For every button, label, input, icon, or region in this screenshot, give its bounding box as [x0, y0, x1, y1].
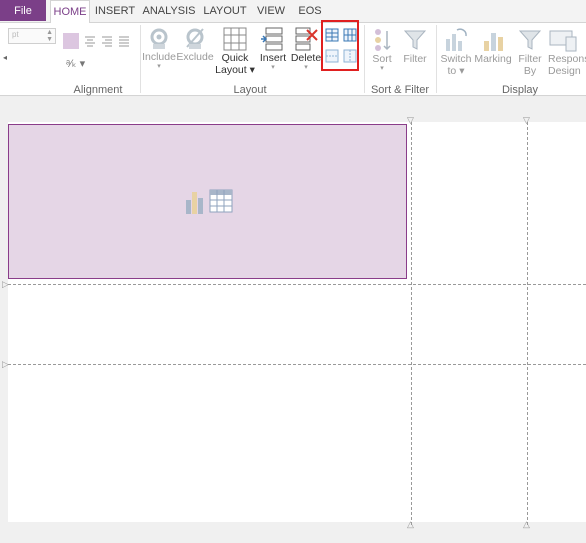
- filter-icon: [403, 30, 427, 50]
- align-justify-icon[interactable]: [117, 34, 131, 48]
- dropdown-arrow-icon: ▾: [380, 65, 384, 72]
- dropdown-arrow-icon: ▾: [304, 64, 308, 71]
- marking-button[interactable]: Marking: [474, 27, 512, 65]
- group-label-display: Display: [501, 84, 539, 96]
- marking-icon: [484, 33, 503, 51]
- group-label-alignment: Alignment: [73, 84, 123, 96]
- group-label-layout: Layout: [233, 84, 267, 96]
- quick-layout-icon: [223, 27, 247, 51]
- filter-by-button[interactable]: Filter By: [515, 27, 545, 77]
- filter-by-icon: [518, 30, 542, 50]
- tab-view[interactable]: VIEW: [256, 0, 286, 22]
- insert-rows-icon: [261, 27, 283, 51]
- highlight-box: [321, 20, 359, 71]
- empty-visualization-icon: [186, 189, 233, 214]
- align-center-icon[interactable]: [83, 34, 97, 48]
- sort-label: Sort: [372, 53, 392, 65]
- splitter-handle-icon[interactable]: ▽: [523, 116, 530, 125]
- group-separator: [364, 25, 365, 93]
- filter-by-label-2: By: [523, 65, 537, 77]
- sort-button[interactable]: Sort ▾: [368, 27, 396, 73]
- tab-insert[interactable]: INSERT: [94, 0, 136, 22]
- filter-by-label-1: Filter: [518, 53, 542, 65]
- exclude-label: Exclude: [176, 51, 214, 63]
- delete-button[interactable]: Delete ▾: [290, 26, 322, 72]
- quick-layout-button[interactable]: Quick Layout ▾: [215, 26, 255, 76]
- splitter-handle-icon[interactable]: △: [523, 520, 530, 529]
- dropdown-arrow-icon: ▾: [271, 64, 275, 71]
- include-button[interactable]: Include ▾: [142, 27, 176, 71]
- group-label-sort-filter: Sort & Filter: [370, 84, 430, 96]
- switch-to-button[interactable]: Switch to ▾: [440, 27, 472, 77]
- switch-to-label-2: to ▾: [447, 65, 465, 77]
- responsive-design-label-2: Design: [548, 65, 581, 77]
- font-size-value: pt: [12, 30, 19, 39]
- quick-layout-label-1: Quick: [221, 52, 249, 64]
- splitter-handle-icon[interactable]: ▽: [407, 116, 414, 125]
- responsive-design-icon: [549, 30, 577, 52]
- filter-button[interactable]: Filter: [400, 27, 430, 65]
- column-splitter[interactable]: [527, 122, 528, 525]
- insert-button[interactable]: Insert ▾: [258, 26, 288, 72]
- filter-label: Filter: [403, 53, 427, 65]
- exclude-icon: [186, 28, 204, 49]
- row-splitter[interactable]: [8, 284, 586, 285]
- group-separator: [140, 25, 141, 93]
- sort-icon: [375, 29, 391, 51]
- align-right-icon[interactable]: [100, 34, 114, 48]
- ribbon: pt ▲ ▼ ◂ ᵃ⁄ₖ ▾ Alignment Include ▾ Exclud…: [0, 20, 586, 96]
- responsive-design-button[interactable]: Respons Design: [548, 27, 586, 77]
- splitter-handle-icon[interactable]: △: [407, 520, 414, 529]
- row-splitter[interactable]: [8, 364, 586, 365]
- exclude-button[interactable]: Exclude: [176, 27, 214, 63]
- delete-label: Delete: [290, 52, 322, 64]
- include-icon: [150, 28, 168, 49]
- tab-eos[interactable]: EOS: [297, 0, 323, 22]
- insert-label: Insert: [259, 52, 287, 64]
- splitter-handle-icon[interactable]: ▷: [2, 360, 9, 369]
- tab-file[interactable]: File: [0, 0, 46, 21]
- tab-home[interactable]: HOME: [50, 0, 90, 23]
- text-direction-icon[interactable]: ᵃ⁄ₖ ▾: [66, 57, 85, 70]
- dropdown-arrow-icon: ▾: [157, 63, 161, 70]
- switch-to-label-1: Switch: [440, 53, 472, 65]
- spinner-arrows-icon: ▲ ▼: [46, 29, 53, 43]
- splitter-handle-icon[interactable]: ▷: [2, 280, 9, 289]
- include-label: Include: [142, 51, 176, 63]
- column-splitter[interactable]: [411, 122, 412, 525]
- marking-label: Marking: [474, 53, 512, 65]
- tab-layout[interactable]: LAYOUT: [203, 0, 247, 22]
- ribbon-tab-bar: File HOME INSERT ANALYSIS LAYOUT VIEW EO…: [0, 0, 586, 23]
- quick-layout-label-2: Layout ▾: [215, 64, 255, 76]
- scroll-left-icon[interactable]: ◂: [3, 53, 7, 62]
- responsive-design-label-1: Respons: [548, 53, 586, 65]
- selected-layout-cell[interactable]: [8, 124, 407, 279]
- tab-analysis[interactable]: ANALYSIS: [143, 0, 196, 22]
- delete-rows-icon: [295, 27, 318, 51]
- switch-visualization-icon: [446, 28, 467, 51]
- group-separator: [436, 25, 437, 93]
- align-left-icon[interactable]: [63, 33, 79, 49]
- font-size-input[interactable]: pt ▲ ▼: [8, 28, 56, 44]
